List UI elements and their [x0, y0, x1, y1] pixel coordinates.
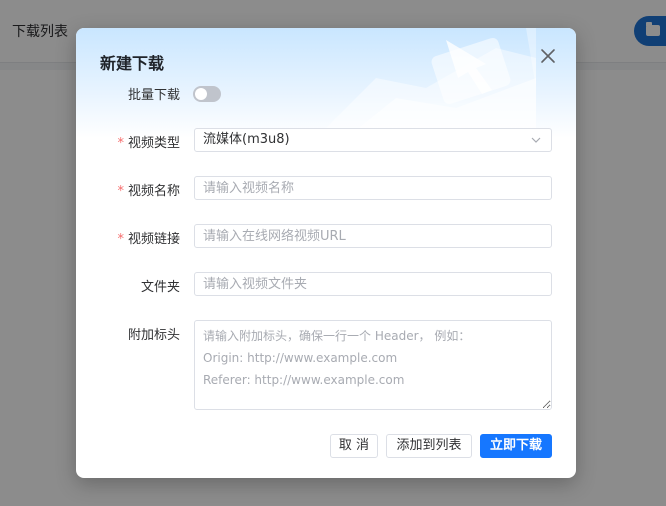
video-url-field — [194, 224, 552, 248]
add-to-list-button[interactable]: 添加到列表 — [386, 434, 472, 458]
folder-label: 文件夹 — [140, 280, 180, 295]
close-icon[interactable] — [538, 46, 558, 66]
batch-download-label: 批量下载 — [127, 88, 180, 103]
required-mark: * — [117, 184, 124, 199]
folder-input[interactable] — [203, 273, 543, 295]
video-type-label-text: 视频类型 — [127, 136, 180, 151]
chevron-down-icon — [531, 137, 541, 143]
new-download-dialog: 新建下载 批量下载 *视频类型 流媒体(m3u8) *视频名称 *视频链接 文件… — [76, 28, 576, 478]
video-url-label-text: 视频链接 — [127, 232, 180, 247]
video-url-label: * 视频链接 — [80, 228, 180, 247]
headers-textarea[interactable] — [194, 320, 552, 410]
video-name-input[interactable] — [203, 177, 543, 199]
cancel-button[interactable]: 取 消 — [330, 434, 378, 458]
required-mark: * — [117, 232, 124, 247]
video-type-selected-value: 流媒体(m3u8) — [203, 132, 290, 147]
batch-download-toggle[interactable] — [193, 86, 221, 102]
download-now-button[interactable]: 立即下载 — [480, 434, 552, 458]
required-mark: * — [117, 136, 124, 151]
download-arrow-illustration — [316, 28, 536, 138]
video-name-label: * 视频名称 — [80, 180, 180, 199]
video-type-label: * 视频类型 — [80, 132, 180, 151]
toggle-knob — [195, 88, 207, 100]
video-type-select[interactable]: 流媒体(m3u8) — [194, 128, 552, 152]
dialog-title: 新建下载 — [100, 54, 165, 73]
video-name-label-text: 视频名称 — [127, 184, 180, 199]
headers-label: 附加标头 — [127, 328, 180, 343]
folder-field — [194, 272, 552, 296]
video-name-field — [194, 176, 552, 200]
video-url-input[interactable] — [203, 225, 543, 247]
